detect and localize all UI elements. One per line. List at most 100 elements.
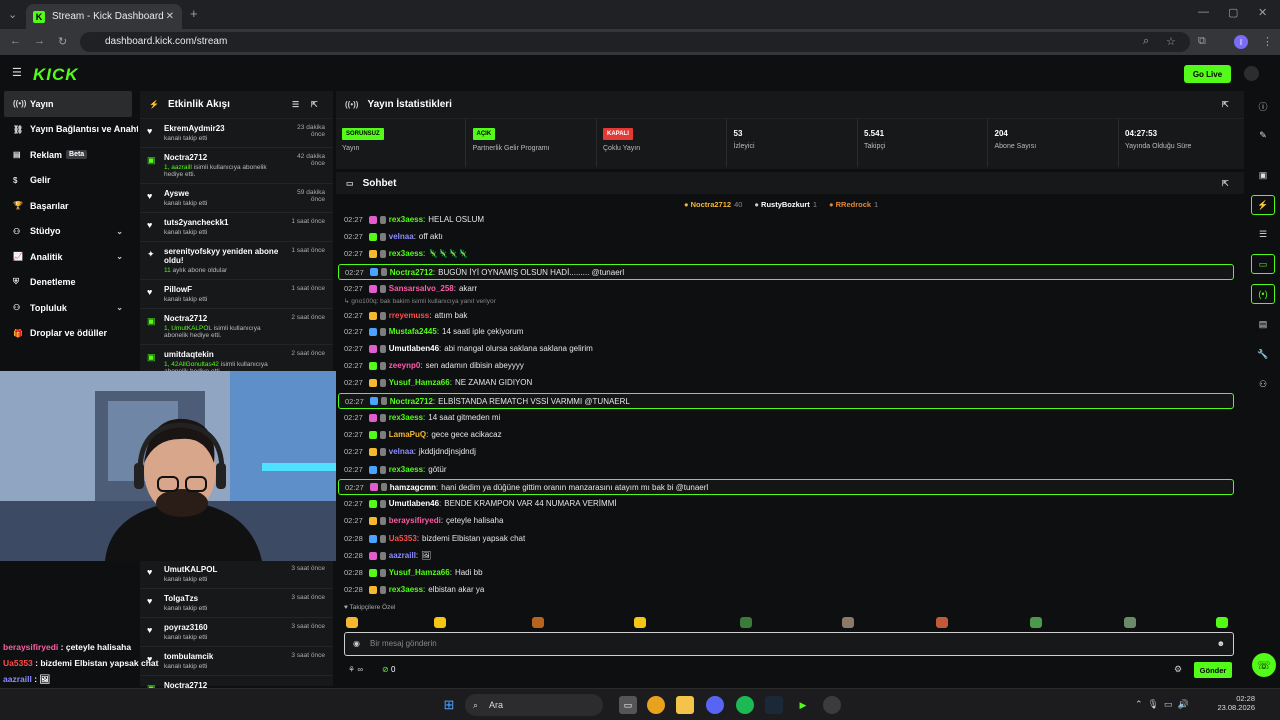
minimize-icon[interactable]: — (1198, 6, 1209, 18)
chat-username[interactable]: Umutlaben46 (389, 499, 439, 508)
sidebar-item-6[interactable]: 📈 Analitik ⌄ (0, 244, 138, 270)
chat-message[interactable]: 02:27 Sansarsalvo_258: akarr (338, 281, 1234, 296)
emote-icon[interactable] (936, 617, 948, 628)
clock[interactable]: 02:28 23.08.2026 (1215, 694, 1255, 712)
chat-username[interactable]: Noctra2712 (390, 268, 433, 277)
chat-username[interactable]: velnaa (389, 232, 414, 241)
forward-icon[interactable]: → (34, 35, 45, 47)
window-close-icon[interactable]: ✕ (1258, 6, 1267, 19)
chat-message[interactable]: 02:28 Ua5353: bizdemi Elbistan yapsak chat (338, 531, 1234, 546)
chat-message[interactable]: 02:27 zeeynp0: sen adamın dibisin abeyyyy (338, 358, 1234, 373)
address-bar[interactable]: dashboard.kick.com/stream (80, 32, 1190, 52)
list-icon[interactable]: ☰ (1251, 224, 1275, 244)
menu-kebab-icon[interactable]: ⋮ (1262, 35, 1273, 48)
chat-username[interactable]: rreyemuss (389, 311, 429, 320)
emote-icon[interactable] (1216, 617, 1228, 628)
emote-icon[interactable] (532, 617, 544, 628)
go-live-button[interactable]: Go Live (1184, 65, 1231, 83)
chat-toggle-icon[interactable]: ▭ (1251, 254, 1275, 274)
activity-item[interactable]: ♥ UmutKALPOL kanalı takip etti 3 saat önce (140, 560, 333, 589)
filter-icon[interactable]: ☰ (292, 100, 299, 109)
chat-message[interactable]: 02:27 rreyemuss: attım bak (338, 308, 1234, 323)
chat-username[interactable]: beraysifiryedi (389, 516, 441, 525)
chat-input[interactable]: ◉ Bir mesaj gönderin ☻ (344, 632, 1234, 656)
reload-icon[interactable]: ↻ (58, 35, 67, 48)
chevron-down-icon[interactable]: ⌄ (116, 227, 123, 236)
chat-message[interactable]: 02:27 LamaPuQ: gece gece acikacaz (338, 427, 1234, 442)
sidebar-item-5[interactable]: ⚇ Stüdyo ⌄ (0, 219, 138, 245)
tab-list-icon[interactable]: ⌄ (8, 8, 17, 21)
info-icon[interactable]: ⓘ (1251, 96, 1275, 116)
kick-logo[interactable]: KICK (33, 65, 79, 85)
activity-item[interactable]: ♥ PillowF kanalı takip etti 1 saat önce (140, 280, 333, 309)
chat-username[interactable]: velnaa (389, 447, 414, 456)
extensions-icon[interactable]: ⧉ (1198, 35, 1206, 48)
obs-icon[interactable] (823, 696, 841, 714)
chat-message[interactable]: 02:27 Noctra2712: ELBİSTANDA REMATCH VSSİ … (338, 393, 1234, 409)
emote-icon[interactable] (434, 617, 446, 628)
media-app-icon[interactable]: ▶ (794, 696, 812, 714)
sidebar-item-2[interactable]: ▤ Reklam Beta (0, 142, 138, 168)
screen-icon[interactable]: ▣ (1251, 165, 1275, 185)
windows-start-icon[interactable]: ⊞ (440, 696, 458, 714)
card-icon[interactable]: ▤ (1251, 314, 1275, 334)
chat-username[interactable]: Noctra2712 (390, 397, 433, 406)
chat-username[interactable]: Ua5353 (389, 534, 417, 543)
chat-message[interactable]: 02:27 Mustafa2445:14 saati iple çekiyorum (338, 324, 1234, 339)
chat-message[interactable]: 02:27 velnaa: jkddjdndjnsjdndj (338, 444, 1234, 459)
activity-item[interactable]: ♥ poyraz3160 kanalı takip etti 3 saat önce (140, 618, 333, 647)
chat-message[interactable]: 02:27 beraysifiryedi: çeteyle halisaha (338, 513, 1234, 528)
chat-message[interactable]: 02:27 Noctra2712: BUGÜN İYİ OYNAMIŞ OLSUN … (338, 264, 1234, 280)
popout-icon[interactable]: ⇱ (311, 100, 318, 109)
activity-item[interactable]: ▣ Noctra2712 1, UmutKALPOL isimli kullanıc… (140, 309, 333, 345)
chat-message[interactable]: 02:27 hamzagcmn: hani dedim ya düğüne gitt… (338, 479, 1234, 495)
activity-item[interactable]: ♥ tombulamcik kanalı takip etti 3 saat önce (140, 647, 333, 676)
send-button[interactable]: Gönder (1194, 662, 1232, 678)
taskbar-search[interactable]: ⌕ Ara (465, 694, 603, 716)
steam-icon[interactable] (765, 696, 783, 714)
chat-message[interactable]: 02:27 rex3aess:14 saat gitmeden mi (338, 410, 1234, 425)
top-gifter[interactable]: ● RustyBozkurt 1 (754, 200, 817, 209)
sidebar-item-4[interactable]: 🏆 Başarılar (0, 193, 138, 219)
chat-username[interactable]: Mustafa2445 (389, 327, 437, 336)
activity-item[interactable]: ♥ EkremAydmir23 kanalı takip etti 23 dakika… (140, 119, 333, 148)
chat-username[interactable]: Sansarsalvo_258 (389, 284, 454, 293)
new-tab-icon[interactable]: + (190, 6, 198, 21)
sidebar-item-8[interactable]: ⚇ Topluluk ⌄ (0, 295, 138, 321)
activity-item[interactable]: ♥ tuts2yancheckk1 kanalı takip etti 1 saat … (140, 213, 333, 242)
task-view-icon[interactable]: ▭ (619, 696, 637, 714)
bolt-toggle-icon[interactable]: ⚡ (1251, 195, 1275, 215)
chat-username[interactable]: zeeynp0 (389, 361, 421, 370)
wrench-icon[interactable]: 🔧 (1251, 344, 1275, 364)
chat-message[interactable]: 02:28 aazraill: 🖼 (338, 548, 1234, 563)
pencil-icon[interactable]: ✎ (1251, 125, 1275, 145)
spotify-icon[interactable] (736, 696, 754, 714)
sidebar-item-9[interactable]: 🎁 Droplar ve ödüller (0, 321, 138, 347)
chat-username[interactable]: rex3aess (389, 215, 423, 224)
back-icon[interactable]: ← (10, 35, 21, 47)
chat-username[interactable]: hamzagcmn (390, 483, 436, 492)
chat-username[interactable]: Yusuf_Hamza66 (389, 568, 450, 577)
activity-item[interactable]: ♥ TolgaTzs kanalı takip etti 3 saat önce (140, 589, 333, 618)
emote-icon[interactable] (740, 617, 752, 628)
chat-message[interactable]: 02:27 Yusuf_Hamza66: NE ZAMAN GIDIYON (338, 375, 1234, 390)
hamburger-icon[interactable]: ☰ (12, 66, 22, 79)
chat-username[interactable]: rex3aess (389, 249, 423, 258)
emote-icon[interactable] (346, 617, 358, 628)
users-icon[interactable]: ⚇ (1251, 374, 1275, 394)
sidebar-item-1[interactable]: ⛓ Yayın Bağlantısı ve Anahtarı (0, 117, 138, 143)
chat-message[interactable]: 02:27 rex3aess: HELAL OSLUM (338, 212, 1234, 227)
emote-icon[interactable] (1030, 617, 1042, 628)
maximize-icon[interactable]: ▢ (1228, 6, 1238, 19)
chat-message[interactable]: 02:28 rex3aess: elbistan akar ya (338, 582, 1234, 597)
chat-username[interactable]: Yusuf_Hamza66 (389, 378, 450, 387)
browser-tab[interactable]: K Stream - Kick Dashboard ✕ (26, 4, 182, 29)
chat-username[interactable]: LamaPuQ (389, 430, 426, 439)
popout-icon[interactable]: ⇱ (1222, 179, 1229, 188)
chat-username[interactable]: Umutlaben46 (389, 344, 439, 353)
tray-icons[interactable]: ⌃ 🎙 ▭ 🔊 (1135, 699, 1189, 710)
chat-username[interactable]: rex3aess (389, 585, 423, 594)
emote-icon[interactable] (842, 617, 854, 628)
file-explorer-icon[interactable] (676, 696, 694, 714)
activity-item[interactable]: ♥ Ayswe kanalı takip etti 59 dakika önce (140, 184, 333, 213)
